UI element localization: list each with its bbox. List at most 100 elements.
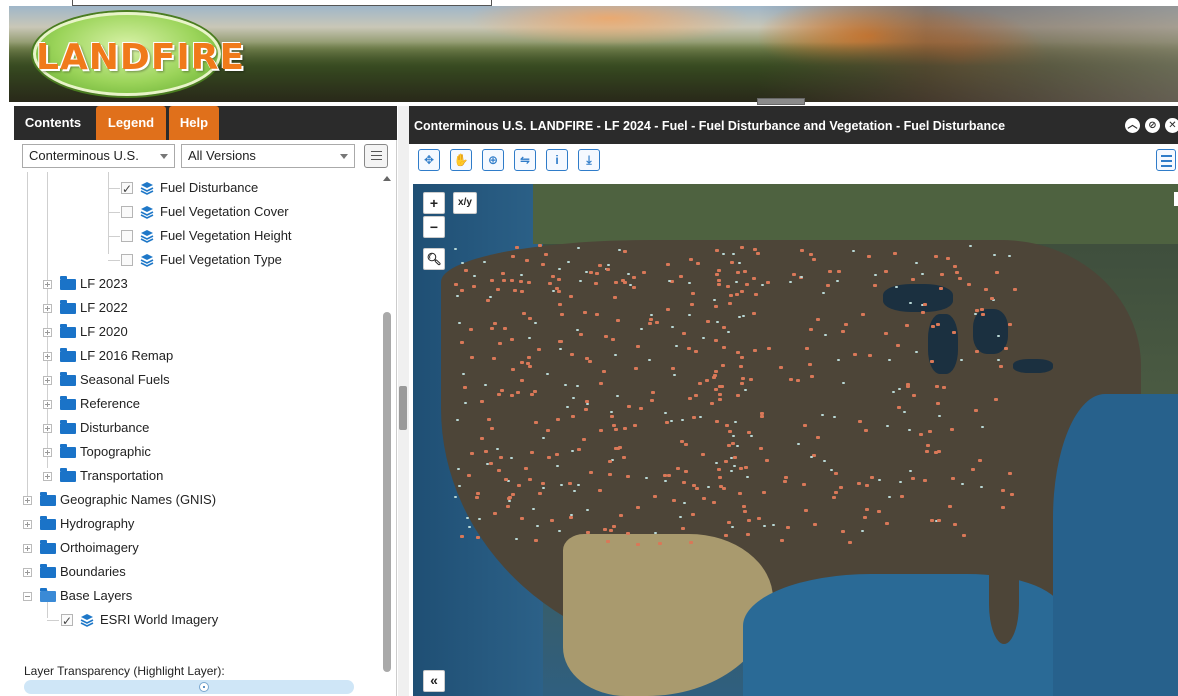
expand-icon[interactable]: [23, 496, 32, 505]
expand-icon[interactable]: [43, 424, 52, 433]
disturbance-pixel: [460, 341, 465, 345]
expand-icon[interactable]: [43, 304, 52, 313]
close-icon[interactable]: ✕: [1165, 118, 1178, 133]
tree-scrollbar[interactable]: [382, 172, 392, 672]
search-icon[interactable]: 🔍︎: [423, 248, 445, 270]
panel-tabs: Contents Legend Help: [14, 106, 397, 140]
slider-handle[interactable]: [199, 682, 209, 692]
zoom-in-button[interactable]: +: [423, 192, 445, 214]
tree-item-fuel-vegetation-cover[interactable]: Fuel Vegetation Cover: [14, 202, 386, 222]
tab-help[interactable]: Help: [169, 106, 219, 140]
splitter-grip[interactable]: [399, 386, 407, 430]
expand-icon[interactable]: [43, 352, 52, 361]
expand-icon[interactable]: [43, 472, 52, 481]
full-extent-icon[interactable]: ✥: [418, 149, 440, 171]
layer-options-button[interactable]: [364, 144, 388, 168]
expand-icon[interactable]: [43, 400, 52, 409]
disturbance-pixel: [766, 347, 771, 351]
tree-item-label: Fuel Vegetation Height: [160, 228, 292, 243]
disturbance-pixel: [638, 407, 643, 411]
tree-item-transportation[interactable]: Transportation: [14, 466, 386, 486]
tree-item-fuel-disturbance[interactable]: Fuel Disturbance: [14, 178, 386, 199]
expand-icon[interactable]: [23, 568, 32, 577]
panel-splitter[interactable]: [398, 106, 409, 696]
tree-item-base-layers[interactable]: Base Layers: [14, 586, 386, 606]
xy-coordinate-button[interactable]: x/y: [453, 192, 477, 214]
disturbance-pixel: [509, 393, 514, 397]
disturbance-pixel: [860, 312, 865, 316]
expand-icon[interactable]: [43, 448, 52, 457]
esri-world-imagery-checkbox[interactable]: [61, 611, 73, 631]
download-icon[interactable]: ⤓: [578, 149, 600, 171]
minimize-icon[interactable]: ⊘: [1145, 118, 1160, 133]
map-canvas[interactable]: + − x/y 🔍︎ «: [413, 184, 1178, 696]
fuel-disturbance-checkbox[interactable]: [121, 179, 133, 199]
disturbance-pixel: [713, 387, 718, 391]
disturbance-pixel: [457, 484, 461, 487]
scrollbar-thumb[interactable]: [383, 312, 391, 672]
tree-item-lf-2020[interactable]: LF 2020: [14, 322, 386, 342]
disturbance-pixel: [700, 453, 705, 457]
disturbance-pixel: [614, 427, 619, 431]
collapse-icon[interactable]: ︿: [1125, 118, 1140, 133]
disturbance-pixel: [456, 467, 460, 470]
expand-icon[interactable]: [23, 544, 32, 553]
disturbance-pixel: [489, 426, 494, 430]
region-select[interactable]: Conterminous U.S.: [22, 144, 175, 168]
zoom-out-button[interactable]: −: [423, 216, 445, 238]
disturbance-pixel: [751, 311, 756, 315]
transparency-slider[interactable]: [24, 680, 354, 694]
tree-item-label: LF 2016 Remap: [80, 348, 174, 363]
fuel-vegetation-cover-checkbox[interactable]: [121, 206, 133, 218]
expand-icon[interactable]: [43, 328, 52, 337]
tree-item-seasonal-fuels[interactable]: Seasonal Fuels: [14, 370, 386, 390]
tab-contents[interactable]: Contents: [14, 106, 92, 140]
banner-collapse-handle[interactable]: [757, 98, 805, 105]
expand-icon[interactable]: [23, 520, 32, 529]
disturbance-pixel: [605, 540, 610, 544]
tree-item-fuel-vegetation-type[interactable]: Fuel Vegetation Type: [14, 250, 386, 270]
disturbance-pixel: [544, 252, 549, 256]
disturbance-pixel: [992, 254, 996, 257]
fuel-vegetation-type-checkbox[interactable]: [121, 254, 133, 266]
disturbance-pixel: [586, 508, 590, 511]
tree-item-disturbance[interactable]: Disturbance: [14, 418, 386, 438]
tree-item-orthoimagery[interactable]: Orthoimagery: [14, 538, 386, 558]
expand-icon[interactable]: [43, 376, 52, 385]
tree-item-geographic-names[interactable]: Geographic Names (GNIS): [14, 490, 386, 510]
scroll-up-arrow-icon[interactable]: [383, 176, 391, 181]
collapse-panel-button[interactable]: «: [423, 670, 445, 692]
landfire-logo[interactable]: LANDFIRE: [33, 12, 244, 96]
tree-item-fuel-vegetation-height[interactable]: Fuel Vegetation Height: [14, 226, 386, 246]
tree-line: [108, 236, 120, 237]
tree-item-topographic[interactable]: Topographic: [14, 442, 386, 462]
expand-icon[interactable]: [43, 280, 52, 289]
tree-item-hydrography[interactable]: Hydrography: [14, 514, 386, 534]
disturbance-pixel: [805, 347, 810, 351]
identify-icon[interactable]: i: [546, 149, 568, 171]
zoom-in-icon[interactable]: ⊕: [482, 149, 504, 171]
tree-item-lf-2023[interactable]: LF 2023: [14, 274, 386, 294]
tree-item-reference[interactable]: Reference: [14, 394, 386, 414]
disturbance-pixel: [648, 317, 653, 321]
version-select[interactable]: All Versions: [181, 144, 355, 168]
collapse-icon[interactable]: [23, 592, 32, 601]
disturbance-pixel: [507, 499, 511, 502]
tab-legend[interactable]: Legend: [96, 106, 166, 140]
tree-item-lf-2022[interactable]: LF 2022: [14, 298, 386, 318]
fuel-vegetation-height-checkbox[interactable]: [121, 230, 133, 242]
tree-item-lf-2016-remap[interactable]: LF 2016 Remap: [14, 346, 386, 366]
swipe-icon[interactable]: ⇋: [514, 149, 536, 171]
disturbance-pixel: [626, 475, 631, 479]
pan-icon[interactable]: ✋: [450, 149, 472, 171]
tree-item-label: Reference: [80, 396, 140, 411]
disturbance-pixel: [993, 397, 998, 401]
layer-list-button[interactable]: [1156, 149, 1176, 171]
disturbance-pixel: [725, 285, 730, 289]
disturbance-pixel: [681, 332, 686, 336]
tree-item-boundaries[interactable]: Boundaries: [14, 562, 386, 582]
tree-item-esri-world-imagery[interactable]: ESRI World Imagery: [14, 610, 386, 631]
disturbance-pixel: [631, 286, 636, 290]
tree-item-label: Disturbance: [80, 420, 150, 435]
disturbance-pixel: [505, 505, 510, 509]
